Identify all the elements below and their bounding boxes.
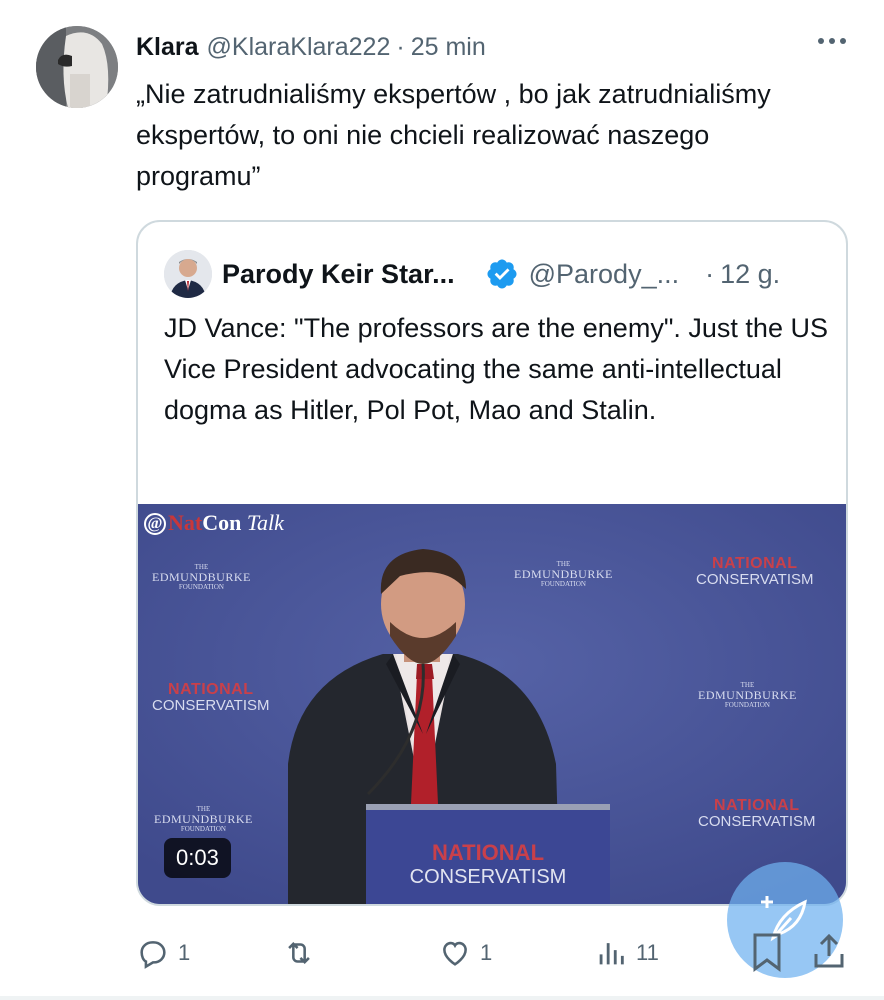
views-count: 11	[636, 940, 659, 965]
quoted-author-handle[interactable]: @Parody_...	[529, 259, 679, 290]
verified-badge-icon	[485, 257, 519, 291]
author-handle[interactable]: @KlaraKlara222	[207, 33, 391, 62]
backdrop-logo-ebf: THE EDMUNDBURKE FOUNDATION	[154, 805, 253, 833]
quoted-tweet[interactable]: Parody Keir Star... @Parody_... · 12 g. …	[136, 220, 848, 906]
quoted-separator: ·	[705, 258, 715, 289]
heart-icon	[443, 941, 467, 966]
header-separator: ·	[396, 32, 405, 61]
reply-count: 1	[178, 940, 191, 965]
podium: NATIONAL CONSERVATISM	[366, 804, 610, 904]
tweet-header: Klara @KlaraKlara222 · 25 min	[136, 30, 486, 64]
quoted-header: Parody Keir Star... @Parody_... · 12 g.	[222, 252, 780, 296]
quoted-author-avatar[interactable]	[164, 250, 212, 298]
divider	[0, 996, 884, 1000]
backdrop-logo-nc: NATIONAL CONSERVATISM	[698, 797, 816, 830]
retweet-button[interactable]	[282, 930, 324, 976]
quoted-text: JD Vance: "The professors are the enemy"…	[164, 313, 828, 425]
quoted-timestamp[interactable]: 12 g.	[720, 259, 780, 290]
backdrop-logo-ebf: THE EDMUNDBURKE FOUNDATION	[698, 681, 797, 709]
tweet[interactable]: Klara @KlaraKlara222 · 25 min „Nie zatru…	[0, 0, 884, 1000]
backdrop-logo-ebf: THE EDMUNDBURKE FOUNDATION	[152, 563, 251, 591]
tweet-text: „Nie zatrudnialiśmy ekspertów , bo jak z…	[136, 79, 771, 191]
author-avatar[interactable]	[36, 26, 118, 108]
more-horizontal-icon[interactable]	[818, 38, 846, 44]
retweet-icon	[288, 941, 310, 965]
share-icon[interactable]	[812, 932, 846, 970]
video-duration: 0:03	[164, 838, 231, 878]
like-count: 1	[480, 940, 493, 965]
backdrop-logo-nc: NATIONAL CONSERVATISM	[152, 681, 270, 714]
tweet-timestamp[interactable]: 25 min	[411, 33, 486, 62]
bookmark-icon[interactable]	[752, 932, 782, 972]
natcon-talk-watermark: @ NatCon Talk	[144, 510, 284, 536]
views-button[interactable]: 11	[594, 930, 659, 976]
backdrop-logo-nc: NATIONAL CONSERVATISM	[696, 555, 814, 588]
video-player[interactable]: @ NatCon Talk THE EDMUNDBURKE FOUNDATION …	[138, 504, 846, 904]
views-icon	[599, 943, 624, 965]
reply-button[interactable]: 1	[136, 930, 190, 976]
like-button[interactable]: 1	[438, 930, 492, 976]
backdrop-logo-ebf: THE EDMUNDBURKE FOUNDATION	[514, 560, 613, 588]
quoted-author-name[interactable]: Parody Keir Star...	[222, 259, 455, 290]
author-name[interactable]: Klara	[136, 33, 199, 62]
reply-icon	[140, 941, 166, 969]
